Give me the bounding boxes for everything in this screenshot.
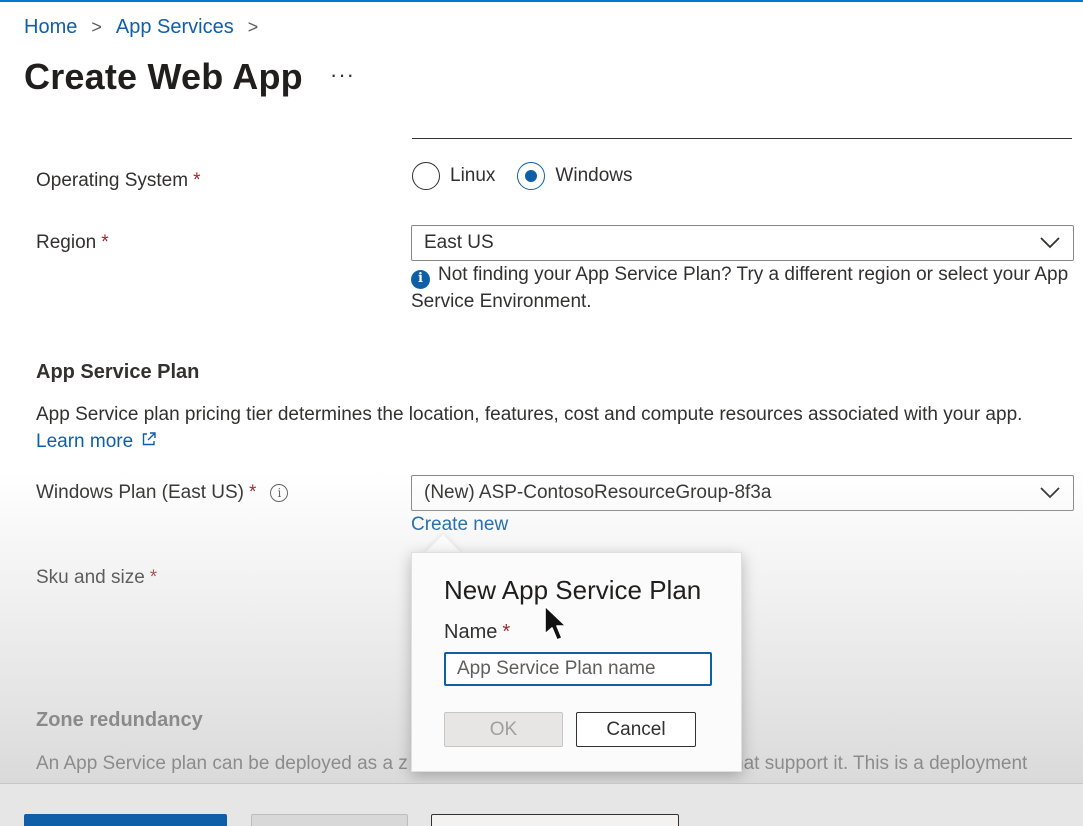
info-icon: i [411, 269, 430, 289]
breadcrumb: Home > App Services > [24, 16, 272, 39]
breadcrumb-home[interactable]: Home [24, 16, 77, 39]
chevron-down-icon [1040, 237, 1060, 249]
radio-linux[interactable] [412, 162, 440, 190]
learn-more-text: Learn more [36, 431, 134, 452]
page-title: Create Web App [24, 56, 303, 97]
os-label: Operating System * [36, 170, 200, 192]
region-label-text: Region [36, 232, 97, 253]
app-service-plan-description: App Service plan pricing tier determines… [36, 401, 1066, 455]
name-label: Name * [444, 621, 510, 644]
more-options-button[interactable]: ··· [330, 62, 355, 88]
previous-button[interactable] [251, 814, 408, 826]
ok-button[interactable]: OK [444, 712, 563, 747]
os-radio-group: Linux Windows [412, 162, 655, 190]
info-circle-icon[interactable]: i [270, 484, 289, 502]
chevron-down-icon [1040, 487, 1060, 499]
region-info-text: Not finding your App Service Plan? Try a… [411, 264, 1069, 312]
required-marker: * [502, 621, 511, 643]
region-label: Region * [36, 232, 109, 254]
divider [412, 138, 1072, 139]
external-link-icon [143, 432, 157, 446]
sku-label-text: Sku and size [36, 567, 145, 588]
region-dropdown-value: East US [424, 232, 494, 253]
mouse-cursor-icon [544, 605, 567, 641]
required-marker: * [149, 567, 158, 588]
region-dropdown[interactable]: East US [411, 225, 1074, 261]
radio-linux-label[interactable]: Linux [450, 165, 495, 187]
callout-title: New App Service Plan [444, 575, 702, 605]
name-label-text: Name [444, 621, 498, 643]
required-marker: * [249, 482, 257, 503]
region-info-message: i Not finding your App Service Plan? Try … [411, 262, 1071, 315]
radio-windows[interactable] [517, 162, 546, 190]
required-marker: * [101, 232, 109, 253]
zone-redundancy-heading: Zone redundancy [36, 709, 203, 731]
primary-action-button[interactable] [24, 814, 227, 826]
radio-windows-label[interactable]: Windows [555, 165, 632, 187]
new-app-service-plan-callout: New App Service Plan Name* OK Cancel [411, 552, 742, 772]
windows-plan-label: Windows Plan (East US) * i [36, 482, 289, 504]
plan-description-text: App Service plan pricing tier determines… [36, 404, 1023, 425]
sku-label: Sku and size * [36, 567, 157, 589]
learn-more-link[interactable]: Learn more [36, 431, 157, 452]
cancel-button[interactable]: Cancel [576, 712, 696, 747]
windows-plan-dropdown-value: (New) ASP-ContosoResourceGroup-8f3a [424, 482, 772, 503]
windows-plan-label-text: Windows Plan (East US) [36, 482, 245, 503]
app-service-plan-heading: App Service Plan [36, 361, 200, 383]
create-new-link[interactable]: Create new [411, 514, 508, 536]
plan-name-input[interactable] [444, 652, 712, 686]
required-marker: * [193, 170, 201, 191]
breadcrumb-separator-icon: > [91, 17, 102, 37]
breadcrumb-separator-icon: > [247, 17, 259, 37]
zone-description-left: An App Service plan can be deployed as a… [36, 753, 408, 774]
breadcrumb-app-services[interactable]: App Services [116, 16, 234, 39]
radio-selected-dot [525, 170, 538, 182]
top-accent-line [0, 0, 1083, 2]
os-label-text: Operating System [36, 170, 189, 191]
next-button[interactable] [431, 814, 679, 826]
zone-description-right: hat support it. This is a deployment [733, 753, 1028, 774]
windows-plan-dropdown[interactable]: (New) ASP-ContosoResourceGroup-8f3a [411, 475, 1074, 511]
